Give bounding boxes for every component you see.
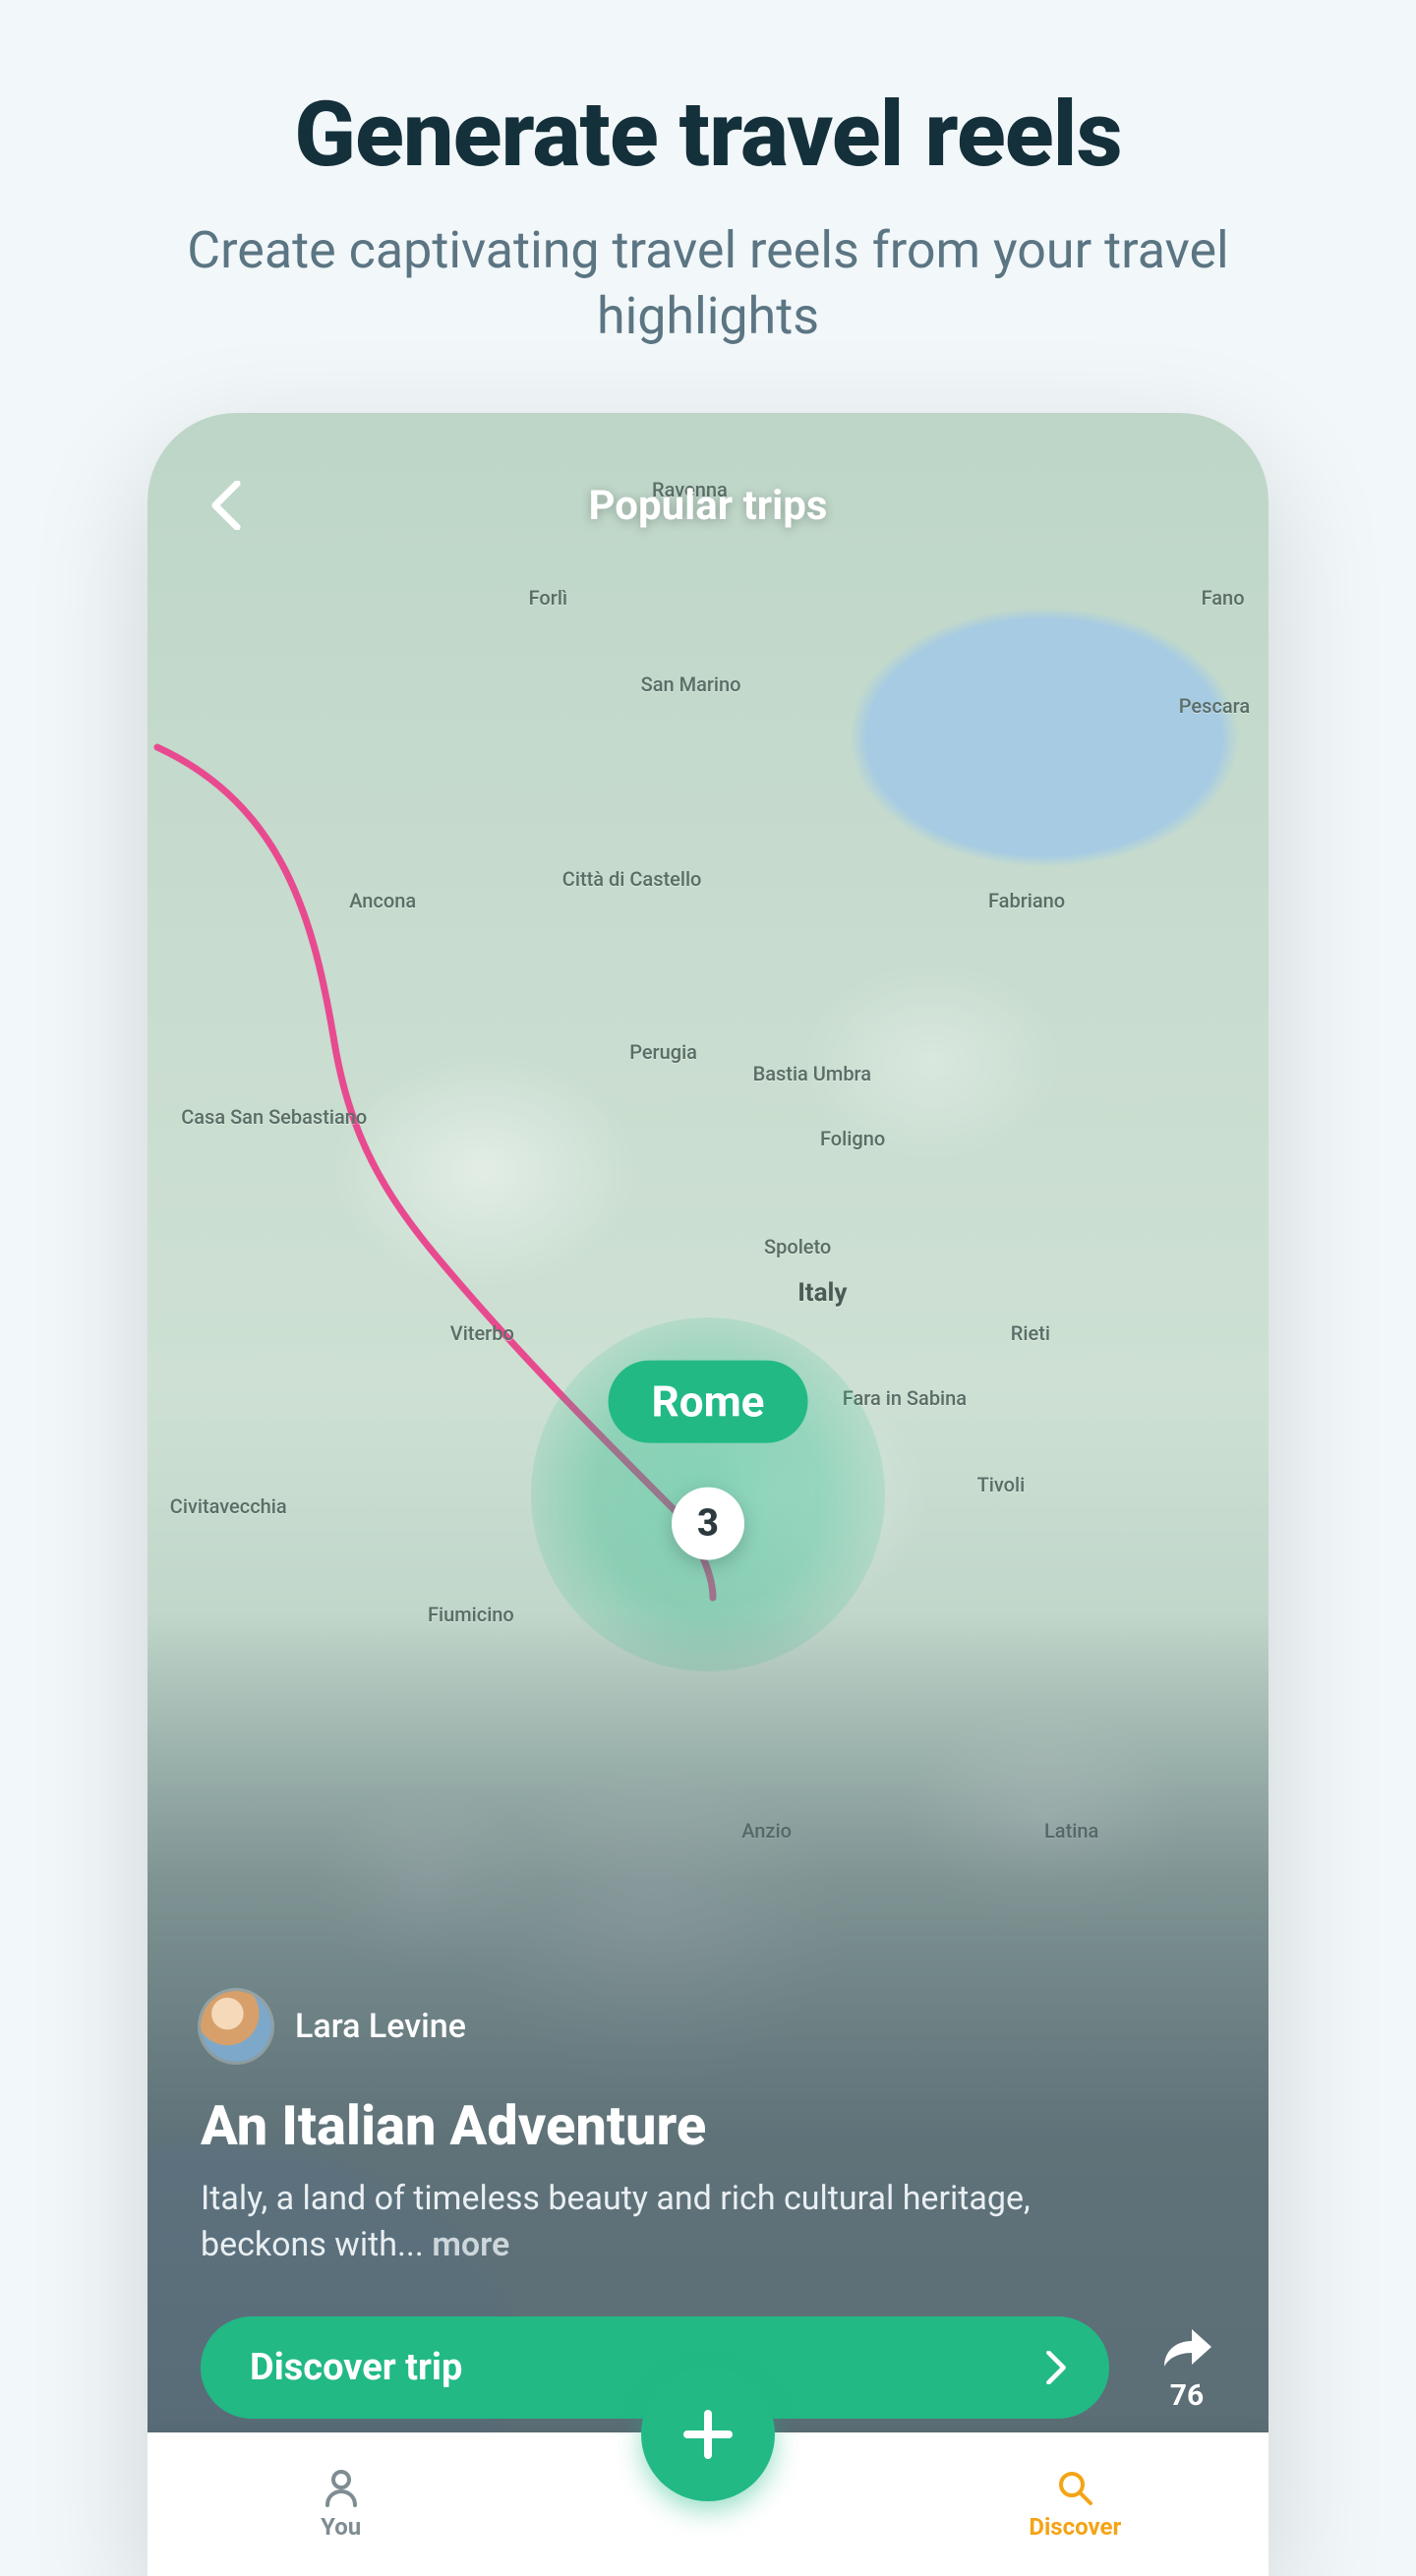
avatar[interactable]: [201, 1991, 271, 2062]
promo-title: Generate travel reels: [79, 88, 1337, 184]
map-city-label: Foligno: [820, 1127, 885, 1150]
plus-icon: [679, 2406, 737, 2463]
nav-discover[interactable]: Discover: [976, 2468, 1173, 2541]
promo-subtitle: Create captivating travel reels from you…: [79, 217, 1337, 350]
map-city-label: Perugia: [629, 1040, 697, 1064]
person-icon: [322, 2468, 361, 2507]
map-city-label: Spoleto: [764, 1235, 831, 1259]
map-city-label: Fano: [1202, 586, 1245, 610]
map-city-label: San Marino: [641, 673, 741, 696]
screen-title: Popular trips: [197, 482, 1219, 530]
map-city-label: Civitavecchia: [170, 1494, 287, 1518]
nav-you-label: You: [321, 2513, 361, 2541]
map-area[interactable]: RavennaForlìSan MarinoPescaraFanoAnconaC…: [148, 413, 1268, 2576]
map-city-label: Viterbo: [450, 1321, 514, 1345]
trip-title: An Italian Adventure: [201, 2093, 1215, 2158]
author-name: Lara Levine: [295, 2007, 466, 2046]
share-button[interactable]: 76: [1158, 2323, 1215, 2413]
author-row[interactable]: Lara Levine: [201, 1991, 1215, 2062]
add-button[interactable]: [641, 2368, 775, 2501]
map-city-label: Fabriano: [988, 889, 1065, 912]
trip-description: Italy, a land of timeless beauty and ric…: [201, 2176, 1066, 2269]
map-city-label: Pescara: [1179, 694, 1250, 718]
promo-header: Generate travel reels Create captivating…: [0, 0, 1416, 350]
nav-you[interactable]: You: [243, 2468, 440, 2541]
more-link[interactable]: more: [432, 2225, 509, 2264]
share-count: 76: [1170, 2378, 1204, 2413]
map-city-label: Forlì: [529, 586, 568, 610]
nav-discover-label: Discover: [1029, 2513, 1121, 2541]
trip-description-text: Italy, a land of timeless beauty and ric…: [201, 2179, 1031, 2265]
map-city-label: Bastia Umbra: [753, 1062, 871, 1085]
share-icon: [1158, 2323, 1215, 2372]
city-chip[interactable]: Rome: [609, 1361, 808, 1443]
search-icon: [1055, 2468, 1094, 2507]
discover-trip-label: Discover trip: [250, 2346, 462, 2389]
chevron-right-icon: [1044, 2351, 1068, 2384]
country-label: Italy: [797, 1278, 847, 1308]
map-city-label: Ancona: [349, 889, 416, 912]
top-bar: Popular trips: [148, 413, 1268, 535]
map-city-label: Città di Castello: [562, 867, 702, 891]
map-city-label: Casa San Sebastiano: [181, 1105, 367, 1129]
phone-frame: RavennaForlìSan MarinoPescaraFanoAnconaC…: [148, 413, 1268, 2576]
map-city-label: Rieti: [1011, 1321, 1050, 1345]
map-city-label: Tivoli: [977, 1473, 1026, 1496]
city-pin-count[interactable]: 3: [672, 1488, 744, 1560]
